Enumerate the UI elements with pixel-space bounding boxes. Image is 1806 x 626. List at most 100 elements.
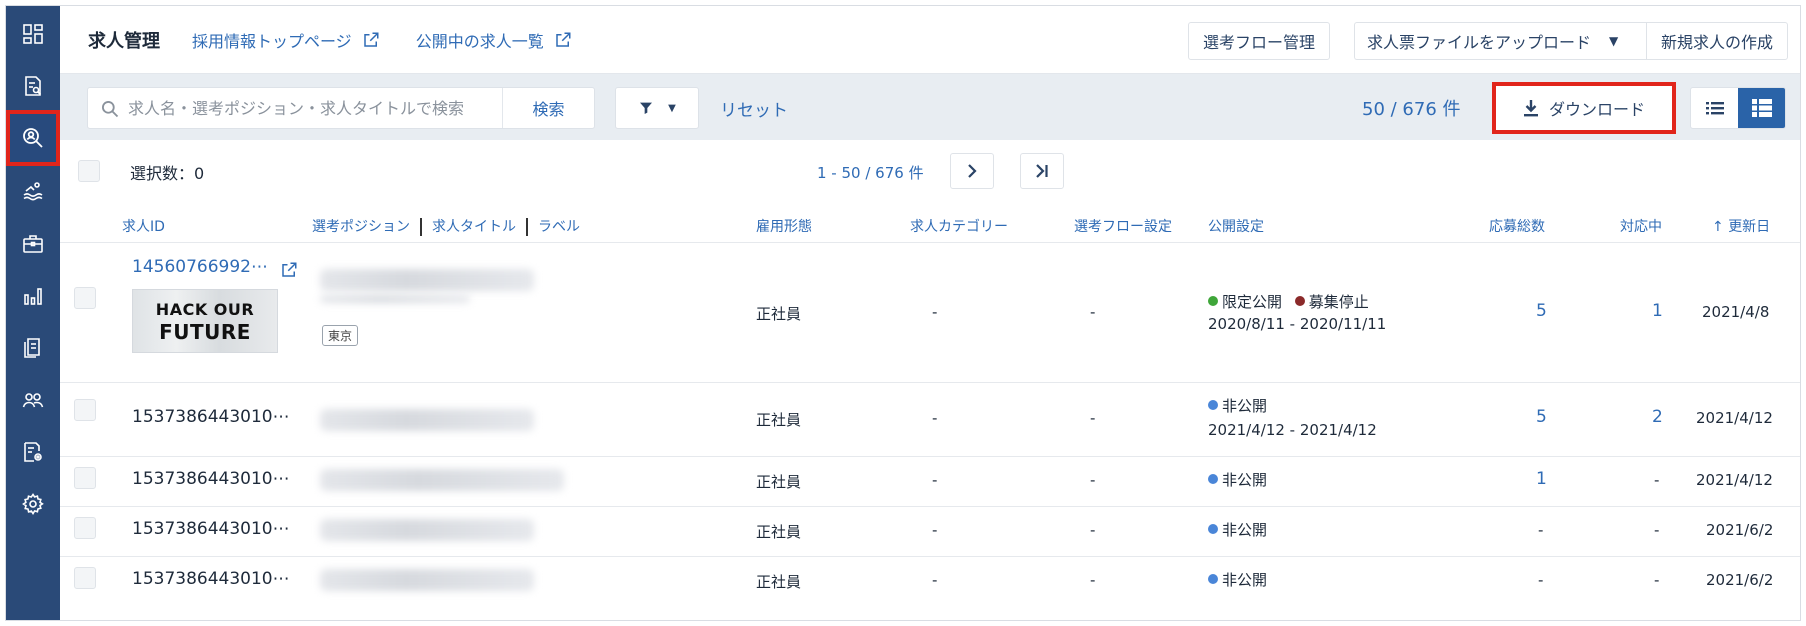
employment-type: 正社員: [756, 411, 802, 429]
nav-settings[interactable]: [6, 476, 60, 532]
table-row[interactable]: 1537386443010⋯ 正社員 - - 非公開 2021/4/12 - 2…: [60, 382, 1800, 456]
nav-reports[interactable]: [6, 320, 60, 376]
publish-status: 非公開: [1208, 469, 1267, 490]
nav-templates[interactable]: [6, 424, 60, 480]
flow-setting: -: [1090, 571, 1096, 589]
nav-candidate-search[interactable]: [6, 110, 60, 166]
sidebar: [6, 6, 60, 620]
col-label[interactable]: ラベル: [538, 219, 580, 235]
job-id[interactable]: 1537386443010⋯: [132, 407, 290, 427]
table-row[interactable]: 1537386443010⋯ 正社員 - - 非公開 - - 2021/6/2: [60, 556, 1800, 620]
publish-status: 非公開: [1208, 395, 1267, 416]
job-id[interactable]: 1537386443010⋯: [132, 569, 290, 589]
blurred-position: [320, 269, 534, 291]
status-dot: [1208, 474, 1218, 484]
publish-period: 2020/8/11 - 2020/11/11: [1208, 315, 1387, 333]
selection-count: 選択数：0: [130, 164, 205, 183]
applications-count[interactable]: 5: [1536, 407, 1547, 427]
caret-down-icon: ▼: [668, 102, 676, 114]
next-page-button[interactable]: [950, 153, 994, 189]
status-dot: [1294, 296, 1305, 306]
public-jobs-label: 公開中の求人一覧: [415, 31, 544, 51]
nav-jobs[interactable]: [6, 216, 60, 272]
flow-setting: -: [1090, 303, 1096, 321]
nav-swim[interactable]: [6, 162, 60, 218]
external-link-icon[interactable]: [280, 261, 298, 279]
gear-icon: [22, 493, 44, 515]
in-progress-count[interactable]: 2: [1652, 407, 1663, 427]
updated-date: 2021/6/2: [1706, 571, 1774, 589]
col-publish[interactable]: 公開設定: [1208, 216, 1264, 236]
status-dot: [1208, 296, 1218, 306]
document-search-icon: [25, 76, 42, 96]
col-flow[interactable]: 選考フロー設定: [1074, 216, 1172, 236]
status-dot: [1208, 524, 1218, 534]
reset-link[interactable]: リセット: [720, 96, 788, 121]
download-button[interactable]: ダウンロード: [1492, 82, 1676, 134]
view-toggle: [1690, 87, 1786, 129]
col-in-progress[interactable]: 対応中: [1620, 216, 1662, 236]
table-row[interactable]: 1537386443010⋯ 正社員 - - 非公開 - - 2021/6/2: [60, 506, 1800, 556]
col-employment[interactable]: 雇用形態: [756, 216, 812, 236]
create-job-button[interactable]: 新規求人の作成: [1646, 22, 1788, 60]
job-id-link[interactable]: 14560766992⋯: [132, 257, 268, 277]
detail-view-button[interactable]: [1738, 88, 1785, 128]
status-text: 非公開: [1222, 471, 1268, 489]
selection-flow-button[interactable]: 選考フロー管理: [1188, 22, 1330, 60]
employment-type: 正社員: [756, 523, 802, 541]
app-frame: 求人管理 採用情報トップページ 公開中の求人一覧 選考フロー管理 求人票ファイル…: [5, 5, 1801, 621]
updated-date: 2021/4/12: [1696, 409, 1773, 427]
table-row[interactable]: 14560766992⋯ HACK OUR FUTURE 東京 正社員 - - …: [60, 242, 1800, 382]
external-link-icon: [363, 32, 379, 47]
header-divider: [420, 218, 422, 236]
blurred-title: [320, 295, 470, 303]
row-checkbox[interactable]: [74, 287, 96, 309]
status-text: 非公開: [1222, 521, 1268, 539]
list-icon: [1705, 102, 1724, 115]
nav-users[interactable]: [6, 372, 60, 428]
public-jobs-link[interactable]: 公開中の求人一覧: [416, 28, 572, 52]
filter-dropdown[interactable]: ▼: [615, 87, 699, 129]
detail-list-icon: [1751, 99, 1772, 117]
category: -: [932, 303, 938, 321]
search-box: 検索: [87, 87, 595, 129]
row-checkbox[interactable]: [74, 567, 96, 589]
upload-job-file-button[interactable]: 求人票ファイルをアップロード ▼: [1354, 22, 1646, 60]
col-job-id[interactable]: 求人ID: [122, 216, 165, 236]
blurred-position: [320, 569, 534, 591]
result-count: 50 / 676 件: [1362, 99, 1461, 120]
swimmer-icon: [23, 182, 43, 201]
job-id[interactable]: 1537386443010⋯: [132, 469, 290, 489]
list-view-button[interactable]: [1691, 88, 1738, 128]
briefcase-icon: [23, 235, 43, 253]
in-progress-count[interactable]: 1: [1652, 301, 1663, 321]
col-job-title[interactable]: 求人タイトル: [432, 219, 516, 235]
job-id[interactable]: 1537386443010⋯: [132, 519, 290, 539]
applications-count: -: [1538, 521, 1544, 539]
users-icon: [22, 393, 44, 408]
careers-top-label: 採用情報トップページ: [192, 31, 352, 51]
blurred-position: [320, 519, 534, 541]
blurred-position: [320, 469, 564, 491]
status-text: 非公開: [1222, 571, 1268, 589]
dashboard-icon: [23, 24, 43, 44]
col-position[interactable]: 選考ポジション: [312, 219, 410, 235]
careers-top-link[interactable]: 採用情報トップページ: [192, 28, 380, 52]
last-page-button[interactable]: [1020, 153, 1064, 189]
col-updated[interactable]: ↑ 更新日: [1712, 216, 1770, 236]
search-input[interactable]: [128, 88, 498, 128]
applications-count[interactable]: 5: [1536, 301, 1547, 321]
col-applications[interactable]: 応募総数: [1489, 216, 1545, 236]
col-category[interactable]: 求人カテゴリー: [910, 216, 1008, 236]
nav-documents[interactable]: [6, 58, 60, 114]
row-checkbox[interactable]: [74, 517, 96, 539]
row-checkbox[interactable]: [74, 399, 96, 421]
select-all-checkbox[interactable]: [78, 160, 100, 182]
applications-count[interactable]: 1: [1536, 469, 1547, 489]
nav-analytics[interactable]: [6, 268, 60, 324]
table-row[interactable]: 1537386443010⋯ 正社員 - - 非公開 1 - 2021/4/12: [60, 456, 1800, 506]
nav-dashboard[interactable]: [6, 6, 60, 62]
row-checkbox[interactable]: [74, 467, 96, 489]
search-button[interactable]: 検索: [502, 88, 594, 128]
employment-type: 正社員: [756, 305, 802, 323]
